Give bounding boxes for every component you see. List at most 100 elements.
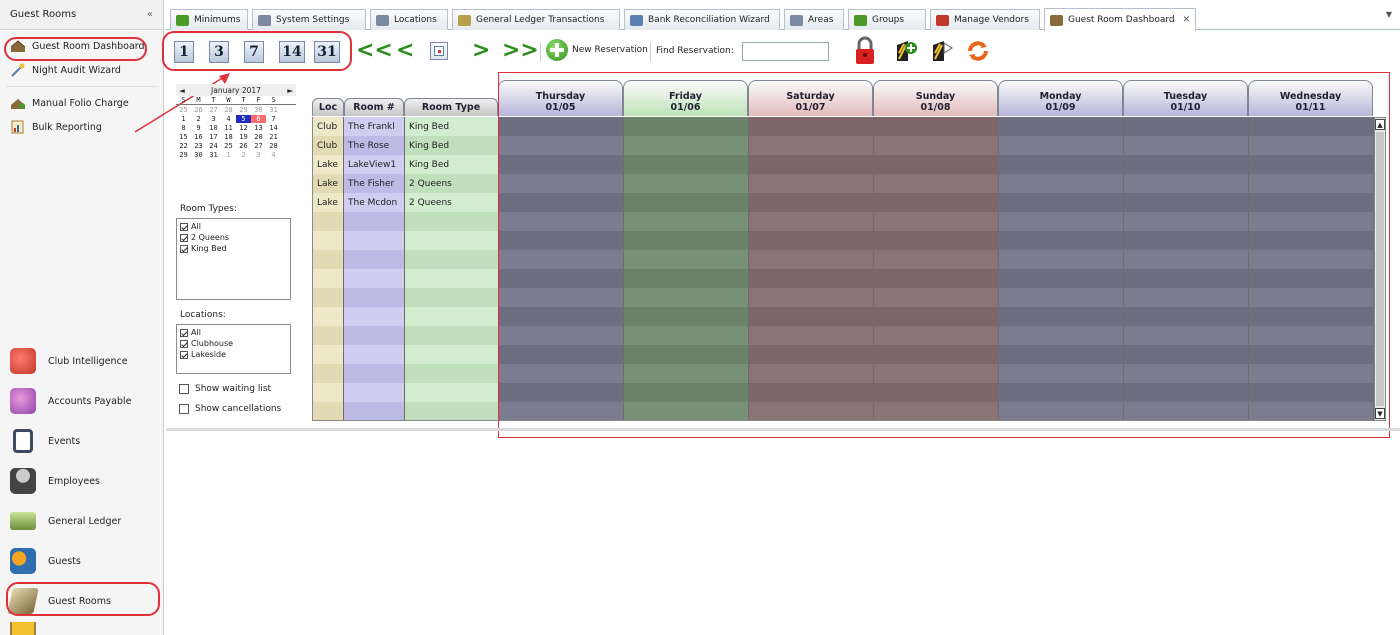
day-column-header[interactable]: Friday 01/06 <box>623 80 748 116</box>
availability-cell[interactable] <box>749 212 873 231</box>
calendar-day[interactable]: 28 <box>221 106 236 114</box>
calendar-day[interactable]: 4 <box>266 151 281 159</box>
loc-cell[interactable] <box>313 307 343 326</box>
loc-cell[interactable]: Lake <box>313 174 343 193</box>
availability-cell[interactable] <box>624 307 748 326</box>
day-column-header[interactable]: Wednesday 01/11 <box>1248 80 1373 116</box>
availability-cell[interactable] <box>624 117 748 136</box>
availability-cell[interactable] <box>1249 136 1373 155</box>
availability-cell[interactable] <box>749 174 873 193</box>
availability-cell[interactable] <box>499 136 623 155</box>
availability-cell[interactable] <box>1124 117 1248 136</box>
availability-cell[interactable] <box>624 212 748 231</box>
availability-cell[interactable] <box>999 383 1123 402</box>
loc-cell[interactable] <box>313 288 343 307</box>
availability-cell[interactable] <box>1124 174 1248 193</box>
panel-splitter[interactable] <box>166 428 1400 431</box>
type-cell[interactable] <box>405 345 498 364</box>
calendar-day[interactable]: 29 <box>236 106 251 114</box>
calendar-day[interactable]: 11 <box>221 124 236 132</box>
scroll-up-button[interactable]: ▲ <box>1375 119 1385 130</box>
type-cell[interactable]: King Bed <box>405 136 498 155</box>
tab-manage-vendors[interactable]: Manage Vendors <box>930 9 1040 30</box>
day-column-header[interactable]: Saturday 01/07 <box>748 80 873 116</box>
loc-cell[interactable]: Club <box>313 117 343 136</box>
tab-areas[interactable]: Areas <box>784 9 844 30</box>
locations-option[interactable]: Lakeside <box>180 349 287 360</box>
availability-cell[interactable] <box>999 174 1123 193</box>
availability-cell[interactable] <box>749 383 873 402</box>
room-cell[interactable] <box>344 288 404 307</box>
availability-cell[interactable] <box>1124 231 1248 250</box>
availability-cell[interactable] <box>1249 117 1373 136</box>
calendar-day[interactable]: 23 <box>191 142 206 150</box>
room-cell[interactable] <box>344 364 404 383</box>
availability-cell[interactable] <box>624 174 748 193</box>
availability-cell[interactable] <box>874 155 998 174</box>
availability-cell[interactable] <box>749 288 873 307</box>
checkbox[interactable] <box>180 233 188 242</box>
find-reservation-input[interactable] <box>742 42 829 61</box>
type-cell[interactable]: King Bed <box>405 155 498 174</box>
type-cell[interactable]: 2 Queens <box>405 193 498 212</box>
calendar-day[interactable]: 18 <box>221 133 236 141</box>
module-employees[interactable]: Employees <box>0 462 164 500</box>
checkbox[interactable] <box>180 339 188 348</box>
loc-cell[interactable]: Club <box>313 136 343 155</box>
tab-groups[interactable]: Groups <box>848 9 926 30</box>
availability-cell[interactable] <box>1124 136 1248 155</box>
availability-cell[interactable] <box>749 364 873 383</box>
module-guests[interactable]: Guests <box>0 542 164 580</box>
availability-cell[interactable] <box>499 231 623 250</box>
module-guest-rooms[interactable]: Guest Rooms <box>0 582 164 620</box>
calendar-day[interactable]: 3 <box>206 115 221 123</box>
availability-cell[interactable] <box>1249 155 1373 174</box>
show-cancellations-checkbox[interactable] <box>179 404 189 414</box>
availability-cell[interactable] <box>624 288 748 307</box>
availability-cell[interactable] <box>874 402 998 420</box>
module-club-intelligence[interactable]: Club Intelligence <box>0 342 164 380</box>
calendar-day[interactable]: 8 <box>176 124 191 132</box>
day-column-header[interactable]: Monday 01/09 <box>998 80 1123 116</box>
type-cell[interactable] <box>405 326 498 345</box>
availability-cell[interactable] <box>499 212 623 231</box>
calendar-day[interactable]: 14 <box>266 124 281 132</box>
calendar-day[interactable]: 2 <box>191 115 206 123</box>
availability-cell[interactable] <box>999 402 1123 420</box>
availability-cell[interactable] <box>749 155 873 174</box>
availability-cell[interactable] <box>1124 212 1248 231</box>
availability-cell[interactable] <box>499 117 623 136</box>
room-cell[interactable]: The Frankl <box>344 117 404 136</box>
room-cell[interactable] <box>344 231 404 250</box>
availability-cell[interactable] <box>749 250 873 269</box>
loc-cell[interactable]: Lake <box>313 155 343 174</box>
availability-cell[interactable] <box>499 364 623 383</box>
availability-cell[interactable] <box>499 326 623 345</box>
availability-cell[interactable] <box>624 345 748 364</box>
loc-column-header[interactable]: Loc <box>312 98 344 116</box>
availability-cell[interactable] <box>499 193 623 212</box>
calendar-day[interactable]: 3 <box>251 151 266 159</box>
availability-cell[interactable] <box>499 155 623 174</box>
availability-cell[interactable] <box>499 174 623 193</box>
availability-cell[interactable] <box>624 193 748 212</box>
availability-cell[interactable] <box>999 345 1123 364</box>
check-out-button[interactable] <box>930 39 954 63</box>
check-in-button[interactable] <box>894 39 918 63</box>
availability-cell[interactable] <box>1124 326 1248 345</box>
availability-cell[interactable] <box>874 250 998 269</box>
room-cell[interactable]: The Mcdon <box>344 193 404 212</box>
loc-cell[interactable] <box>313 326 343 345</box>
availability-cell[interactable] <box>874 383 998 402</box>
close-tab-icon[interactable]: ✕ <box>1183 15 1191 25</box>
calendar-day[interactable]: 21 <box>266 133 281 141</box>
scrollbar-thumb[interactable] <box>1376 132 1384 406</box>
prev-month-button[interactable]: ◄ <box>179 86 185 95</box>
availability-cell[interactable] <box>874 174 998 193</box>
calendar-day[interactable]: 15 <box>176 133 191 141</box>
availability-cell[interactable] <box>499 345 623 364</box>
availability-cell[interactable] <box>874 117 998 136</box>
availability-cell[interactable] <box>874 231 998 250</box>
availability-cell[interactable] <box>999 136 1123 155</box>
availability-cell[interactable] <box>624 402 748 420</box>
